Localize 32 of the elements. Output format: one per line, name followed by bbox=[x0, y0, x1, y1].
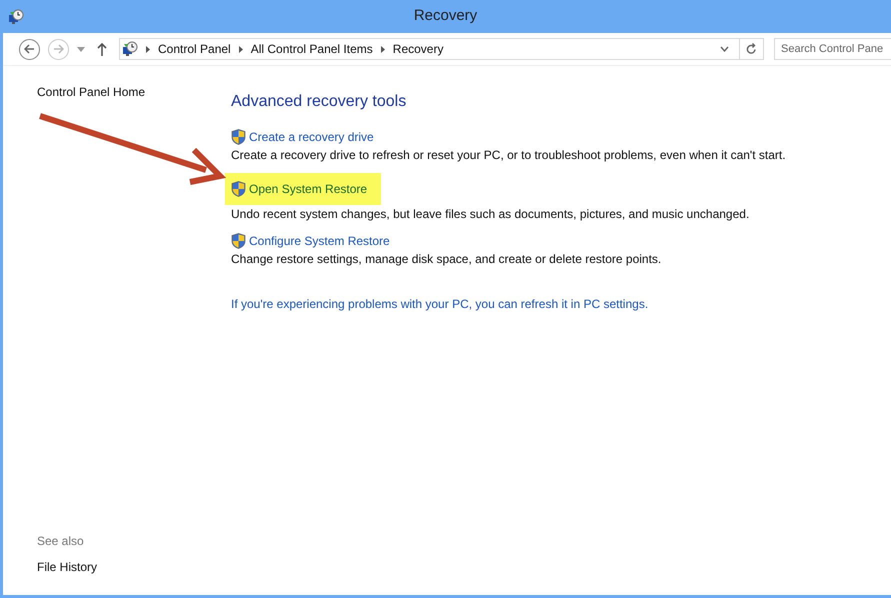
shield-icon bbox=[231, 181, 246, 197]
tool-link[interactable]: Create a recovery drive bbox=[225, 128, 380, 146]
forward-arrow-icon bbox=[53, 44, 64, 54]
tool-description: Create a recovery drive to refresh or reset your PC, or to troubleshoot problems, even when it can't start. bbox=[230, 147, 787, 164]
back-button[interactable] bbox=[19, 38, 40, 60]
shield-icon bbox=[231, 129, 246, 145]
sidebar-link[interactable]: File History bbox=[37, 558, 231, 576]
see-also-label: See also bbox=[37, 533, 85, 550]
breadcrumb[interactable]: Control Panel bbox=[158, 40, 231, 58]
section-heading: Advanced recovery tools bbox=[231, 92, 408, 112]
chevron-icon bbox=[146, 46, 150, 52]
dropdown-chevron-icon[interactable] bbox=[720, 46, 729, 52]
shield-icon bbox=[231, 233, 246, 249]
back-arrow-icon bbox=[24, 44, 35, 54]
breadcrumb[interactable]: All Control Panel Items bbox=[250, 40, 373, 58]
recovery-icon bbox=[8, 8, 24, 24]
refresh-pc-link[interactable]: If you're experiencing problems with your PC, you can refresh it in PC settings. bbox=[231, 295, 891, 313]
dropdown-caret-icon[interactable] bbox=[77, 46, 85, 52]
tool-description: Undo recent system changes, but leave files such as documents, pictures, and music unchanged. bbox=[230, 206, 750, 223]
address-bar[interactable]: Control Panel All Control Panel Items Recovery bbox=[119, 38, 764, 60]
refresh-icon bbox=[746, 43, 757, 55]
window-title: Recovery bbox=[414, 6, 478, 26]
up-arrow-icon[interactable] bbox=[97, 42, 107, 56]
tool-link[interactable]: Configure System Restore bbox=[225, 232, 396, 250]
sidebar-link[interactable]: Control Panel Home bbox=[37, 83, 231, 101]
breadcrumb[interactable]: Recovery bbox=[392, 40, 444, 58]
recovery-icon bbox=[122, 41, 138, 57]
tool-description: Change restore settings, manage disk space, and create or delete restore points. bbox=[230, 251, 662, 268]
search-field[interactable]: Search Control Pane bbox=[774, 38, 891, 60]
chevron-icon bbox=[380, 46, 385, 52]
tool-link[interactable]: Open System Restore bbox=[225, 173, 382, 205]
chevron-icon bbox=[238, 46, 243, 52]
